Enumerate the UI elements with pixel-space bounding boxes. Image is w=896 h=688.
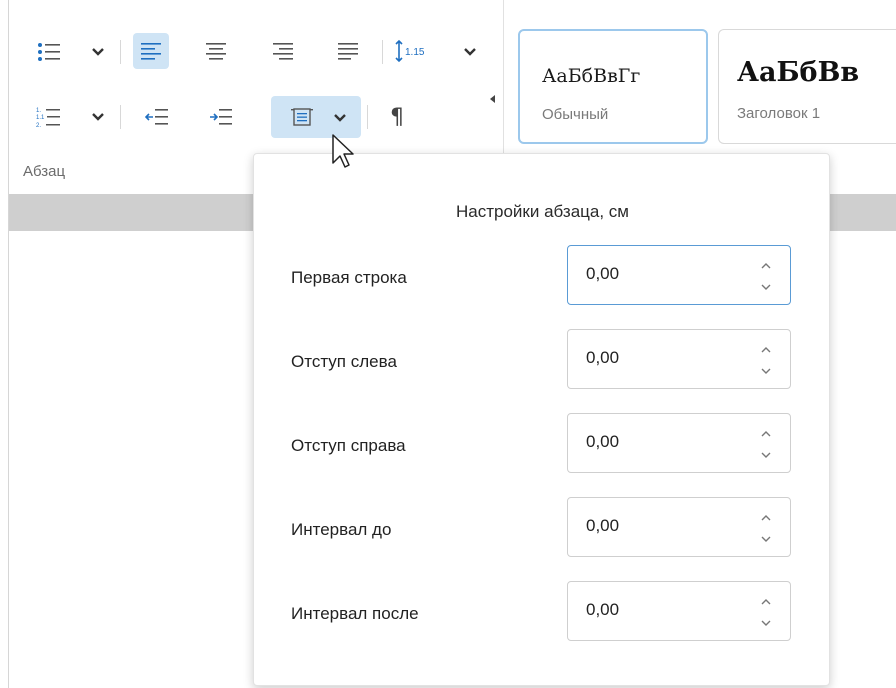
- spin-down-icon[interactable]: [758, 365, 774, 377]
- style-heading1-card[interactable]: АаБбВв Заголовок 1: [718, 29, 896, 144]
- show-formatting-button[interactable]: ¶: [379, 99, 415, 135]
- toolbar-divider: [382, 40, 383, 64]
- bulleted-list-button[interactable]: [31, 34, 67, 70]
- style-normal-card[interactable]: АаБбВвГг Обычный: [518, 29, 708, 144]
- spin-down-icon[interactable]: [758, 533, 774, 545]
- spin-up-icon[interactable]: [758, 596, 774, 608]
- align-center-button[interactable]: [198, 33, 234, 69]
- right-indent-spinbox[interactable]: [567, 413, 791, 473]
- toolbar-divider: [120, 105, 121, 129]
- toolbar-divider: [120, 40, 121, 64]
- svg-text:1.1: 1.1: [36, 115, 45, 121]
- first-line-spinbox[interactable]: [567, 245, 791, 305]
- align-left-button[interactable]: [133, 33, 169, 69]
- align-right-button[interactable]: [265, 33, 301, 69]
- line-spacing-value: 1.15: [405, 47, 425, 58]
- align-left-icon: [140, 41, 162, 61]
- bulleted-list-icon: [37, 41, 61, 63]
- first-line-label: Первая строка: [291, 268, 407, 287]
- style-sample: АаБбВвГг: [542, 65, 641, 87]
- svg-text:1.: 1.: [36, 108, 41, 114]
- left-indent-spinbox[interactable]: [567, 329, 791, 389]
- spin-up-icon[interactable]: [758, 344, 774, 356]
- spin-up-icon[interactable]: [758, 260, 774, 272]
- spin-down-icon[interactable]: [758, 617, 774, 629]
- style-name: Обычный: [542, 106, 609, 123]
- mouse-cursor-icon: [332, 134, 354, 168]
- chevron-down-icon[interactable]: [332, 110, 348, 126]
- collapse-arrow-icon[interactable]: [490, 95, 495, 103]
- left-indent-label: Отступ слева: [291, 352, 397, 371]
- decrease-indent-icon: [145, 106, 169, 128]
- spacing-after-spinbox[interactable]: [567, 581, 791, 641]
- numbered-list-button[interactable]: 1. 1.1 2.: [31, 99, 67, 135]
- increase-indent-button[interactable]: [203, 99, 239, 135]
- style-sample: АаБбВв: [737, 57, 860, 88]
- align-right-icon: [272, 41, 294, 61]
- paragraph-group-label: Абзац: [23, 163, 66, 180]
- spacing-after-input[interactable]: [586, 600, 736, 620]
- line-spacing-icon: 1.15: [394, 39, 438, 63]
- spin-down-icon[interactable]: [758, 281, 774, 293]
- spin-up-icon[interactable]: [758, 428, 774, 440]
- spacing-before-label: Интервал до: [291, 520, 392, 539]
- chevron-down-icon[interactable]: [90, 109, 106, 125]
- first-line-input[interactable]: [586, 264, 736, 284]
- line-spacing-button[interactable]: 1.15: [392, 33, 440, 69]
- right-indent-label: Отступ справа: [291, 436, 406, 455]
- numbered-list-icon: 1. 1.1 2.: [36, 105, 62, 129]
- spacing-before-spinbox[interactable]: [567, 497, 791, 557]
- justify-button[interactable]: [330, 33, 366, 69]
- spacing-after-label: Интервал после: [291, 604, 419, 623]
- popup-title: Настройки абзаца, см: [456, 202, 629, 221]
- pilcrow-icon: ¶: [390, 104, 404, 130]
- decrease-indent-button[interactable]: [139, 99, 175, 135]
- align-center-icon: [205, 41, 227, 61]
- increase-indent-icon: [209, 106, 233, 128]
- chevron-down-icon[interactable]: [90, 44, 106, 60]
- paragraph-settings-icon: [290, 105, 314, 129]
- right-indent-input[interactable]: [586, 432, 736, 452]
- svg-text:2.: 2.: [36, 123, 41, 129]
- left-indent-input[interactable]: [586, 348, 736, 368]
- spacing-before-input[interactable]: [586, 516, 736, 536]
- paragraph-settings-popup: Настройки абзаца, см Первая строка Отсту…: [253, 153, 830, 686]
- spin-up-icon[interactable]: [758, 512, 774, 524]
- justify-icon: [337, 41, 359, 61]
- spin-down-icon[interactable]: [758, 449, 774, 461]
- chevron-down-icon[interactable]: [462, 44, 478, 60]
- toolbar-divider: [367, 105, 368, 129]
- style-name: Заголовок 1: [737, 105, 821, 122]
